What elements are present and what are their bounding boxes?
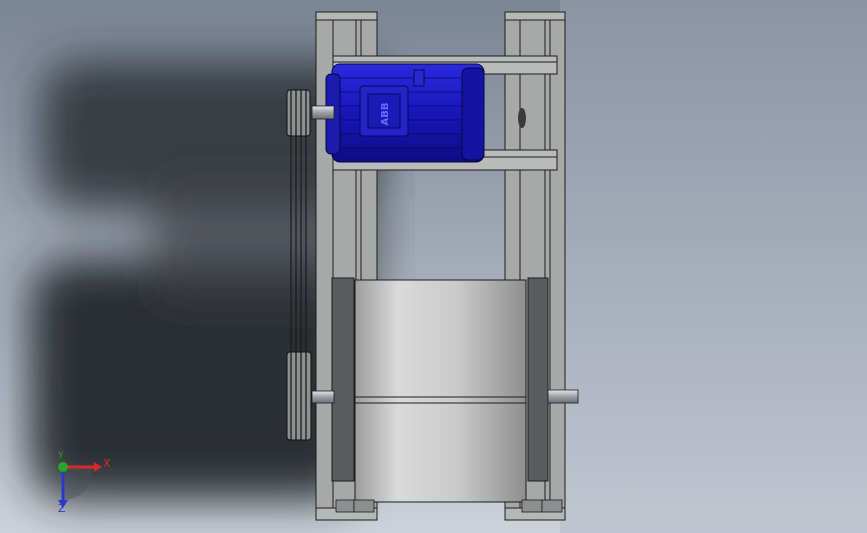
cad-viewport[interactable]: ABB X Y Z [0,0,867,533]
y-axis-label: Y [58,451,64,461]
lifting-eye [413,69,425,87]
background-highlight [560,0,867,533]
x-axis-label: X [103,457,111,470]
drum-shaft-right [547,389,579,404]
drum-shaft-left [311,390,335,404]
assembly-drawing: ABB [0,0,867,533]
nameplate-text: ABB [380,103,391,126]
drum [354,279,527,503]
drum-pulley [286,351,312,441]
z-axis-label: Z [58,502,66,515]
electric-motor: ABB [325,63,485,163]
bolt-hole [518,108,526,128]
motor-pulley [286,89,311,137]
motor-shaft [311,105,335,120]
